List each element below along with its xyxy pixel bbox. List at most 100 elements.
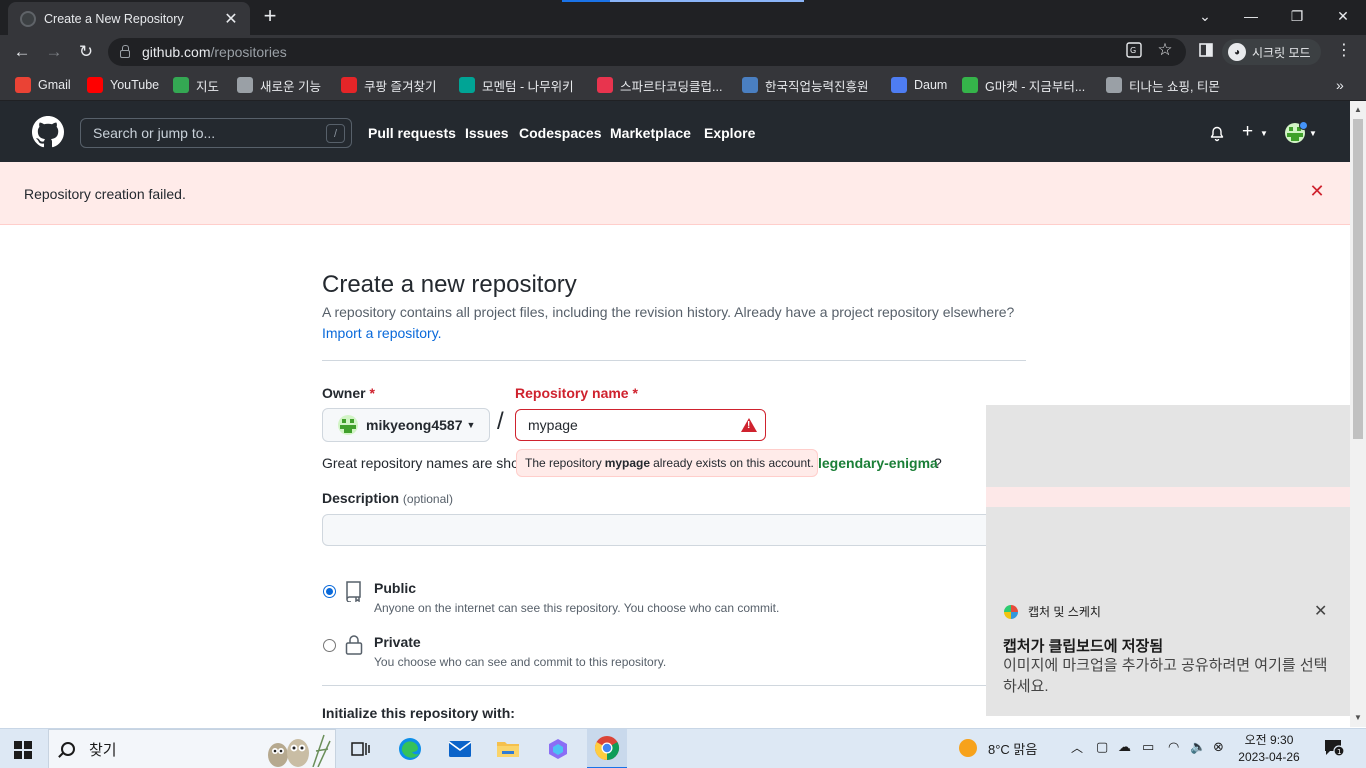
private-radio[interactable] (323, 639, 336, 652)
nav-codespaces[interactable]: Codespaces (519, 125, 601, 141)
url-path: /repositories (210, 44, 287, 60)
bookmark-item[interactable]: 새로운 기능 (237, 75, 321, 95)
bookmark-item[interactable]: G마켓 - 지금부터... (962, 75, 1085, 95)
close-window-button[interactable]: ✕ (1320, 0, 1366, 32)
taskbar-clock[interactable]: 오전 9:30 2023-04-26 (1234, 732, 1304, 766)
incognito-label: 시크릿 모드 (1252, 45, 1311, 60)
hrdk-icon (742, 77, 758, 93)
restore-button[interactable]: ❐ (1274, 0, 1320, 32)
globe-icon (1106, 77, 1122, 93)
notifications-bell-icon[interactable] (1209, 126, 1225, 142)
volume-icon[interactable]: 🔈 (1190, 739, 1206, 755)
reload-button[interactable]: ↻ (73, 39, 99, 65)
tab-close-icon[interactable]: ✕ (222, 9, 240, 29)
toast-close-icon[interactable]: ✕ (1314, 601, 1327, 621)
back-button[interactable]: ← (9, 39, 35, 65)
input-mode-icon[interactable]: ⊗ (1213, 739, 1224, 755)
coupang-icon (341, 77, 357, 93)
url-host: github.com (142, 44, 211, 60)
mail-icon[interactable] (446, 735, 474, 763)
suggested-name-link[interactable]: legendary-enigma (818, 455, 938, 471)
repo-name-input[interactable] (515, 409, 766, 441)
create-new-caret-icon[interactable]: ▼ (1260, 129, 1268, 138)
repo-name-label: Repository name * (515, 385, 638, 401)
scroll-down-icon[interactable]: ▼ (1354, 713, 1362, 722)
bookmark-star-icon[interactable]: ☆ (1155, 40, 1175, 60)
divider (322, 360, 1026, 361)
scrollbar-thumb[interactable] (1353, 119, 1363, 439)
page-scrollbar[interactable]: ▲ ▼ (1350, 101, 1366, 727)
repo-public-icon (346, 581, 361, 602)
lock-icon (345, 635, 363, 655)
incognito-icon: ◕ (1228, 43, 1246, 61)
bookmark-item[interactable]: Daum (891, 75, 947, 95)
bookmark-item[interactable]: 티나는 쇼핑, 티몬 (1106, 75, 1220, 95)
owner-select-button[interactable]: mikyeong4587 ▼ (322, 408, 490, 442)
bookmark-item[interactable]: YouTube (87, 75, 159, 95)
address-bar[interactable]: github.com/repositories (108, 38, 1186, 66)
toast-app-name: 캡처 및 스케치 (1028, 605, 1101, 619)
translate-icon[interactable]: G (1124, 40, 1144, 60)
bookmark-item[interactable]: Gmail (15, 75, 71, 95)
github-search-input[interactable]: Search or jump to... / (80, 118, 352, 148)
bookmark-label: 티나는 쇼핑, 티몬 (1129, 79, 1220, 94)
bookmark-item[interactable]: 쿠팡 즐겨찾기 (341, 75, 436, 95)
bookmark-item[interactable]: 스파르타코딩클럽... (597, 75, 722, 95)
import-repository-link[interactable]: Import a repository. (322, 325, 442, 341)
onedrive-cloud-icon[interactable]: ☁ (1118, 739, 1131, 755)
nav-marketplace[interactable]: Marketplace (610, 125, 691, 141)
bookmark-label: YouTube (110, 78, 160, 92)
side-panel-icon[interactable] (1196, 40, 1216, 60)
nav-issues[interactable]: Issues (465, 125, 509, 141)
description-input[interactable] (322, 514, 1026, 546)
new-tab-button[interactable]: + (258, 4, 282, 30)
create-new-plus-icon[interactable]: + (1242, 121, 1253, 143)
nav-pull-requests[interactable]: Pull requests (368, 125, 456, 141)
public-radio[interactable] (323, 585, 336, 598)
page-subtitle: A repository contains all project files,… (322, 304, 1015, 320)
tab-strip: Create a New Repository ✕ + ⌄ — ❐ ✕ (0, 0, 1366, 35)
toast-title: 캡처가 클립보드에 저장됨 (1003, 638, 1164, 655)
public-title: Public (374, 580, 417, 596)
copilot-app-icon[interactable] (544, 735, 572, 763)
search-icon (61, 742, 75, 756)
windows-start-icon[interactable] (14, 741, 32, 759)
scroll-up-icon[interactable]: ▲ (1354, 105, 1362, 114)
owner-value: mikyeong4587 (366, 417, 463, 433)
battery-icon[interactable]: ▭ (1142, 739, 1154, 755)
task-view-icon[interactable] (346, 735, 374, 763)
weather-icon[interactable] (958, 738, 978, 761)
browser-tab[interactable]: Create a New Repository ✕ (8, 2, 250, 35)
browser-chrome: Create a New Repository ✕ + ⌄ — ❐ ✕ ← → … (0, 0, 1366, 101)
nav-explore[interactable]: Explore (704, 125, 755, 141)
bookmark-item[interactable]: 한국직업능력진흥원 (742, 75, 869, 95)
snip-sketch-app-icon (1004, 604, 1018, 619)
minimize-button[interactable]: — (1228, 0, 1274, 32)
weather-text[interactable]: 8°C 맑음 (988, 739, 1037, 758)
tray-overflow-chevron-icon[interactable]: ︿ (1071, 739, 1083, 756)
clock-time: 오전 9:30 (1244, 733, 1294, 747)
bookmark-item[interactable]: 모멘텀 - 나무위키 (459, 75, 574, 95)
tab-search-chevron-icon[interactable]: ⌄ (1182, 0, 1228, 32)
avatar-caret-icon[interactable]: ▼ (1309, 129, 1317, 138)
youtube-icon (87, 77, 103, 93)
chrome-taskbar-icon[interactable] (587, 729, 627, 768)
snip-sketch-toast[interactable]: 캡처 및 스케치 ✕ 캡처가 클립보드에 저장됨 이미지에 마크업을 추가하고 … (986, 405, 1350, 716)
forward-button[interactable]: → (41, 39, 67, 65)
edge-browser-icon[interactable] (396, 735, 424, 763)
incognito-indicator[interactable]: ◕ 시크릿 모드 (1222, 39, 1321, 65)
flash-close-icon[interactable]: ✕ (1308, 182, 1326, 200)
browser-toolbar: ← → ↻ github.com/repositories G ☆ ◕ 시크릿 … (0, 35, 1366, 69)
bookmark-item[interactable]: 지도 (173, 75, 219, 95)
init-label: Initialize this repository with: (322, 705, 515, 721)
avatar-status-dot (1299, 121, 1308, 130)
bookmarks-overflow-icon[interactable]: » (1336, 75, 1344, 95)
notification-center-icon[interactable]: 1 (1324, 739, 1345, 757)
bookmark-label: 지도 (196, 79, 220, 94)
github-logo-icon[interactable] (32, 116, 64, 148)
bookmarks-bar: Gmail YouTube 지도 새로운 기능 쿠팡 즐겨찾기 모멘텀 - 나무위키 스파르… (0, 69, 1366, 101)
menu-kebab-icon[interactable]: ⋮ (1334, 40, 1354, 60)
wifi-icon[interactable]: ◠ (1168, 739, 1179, 755)
tray-app-icon[interactable]: ▢ (1096, 739, 1108, 755)
file-explorer-icon[interactable] (494, 735, 522, 763)
